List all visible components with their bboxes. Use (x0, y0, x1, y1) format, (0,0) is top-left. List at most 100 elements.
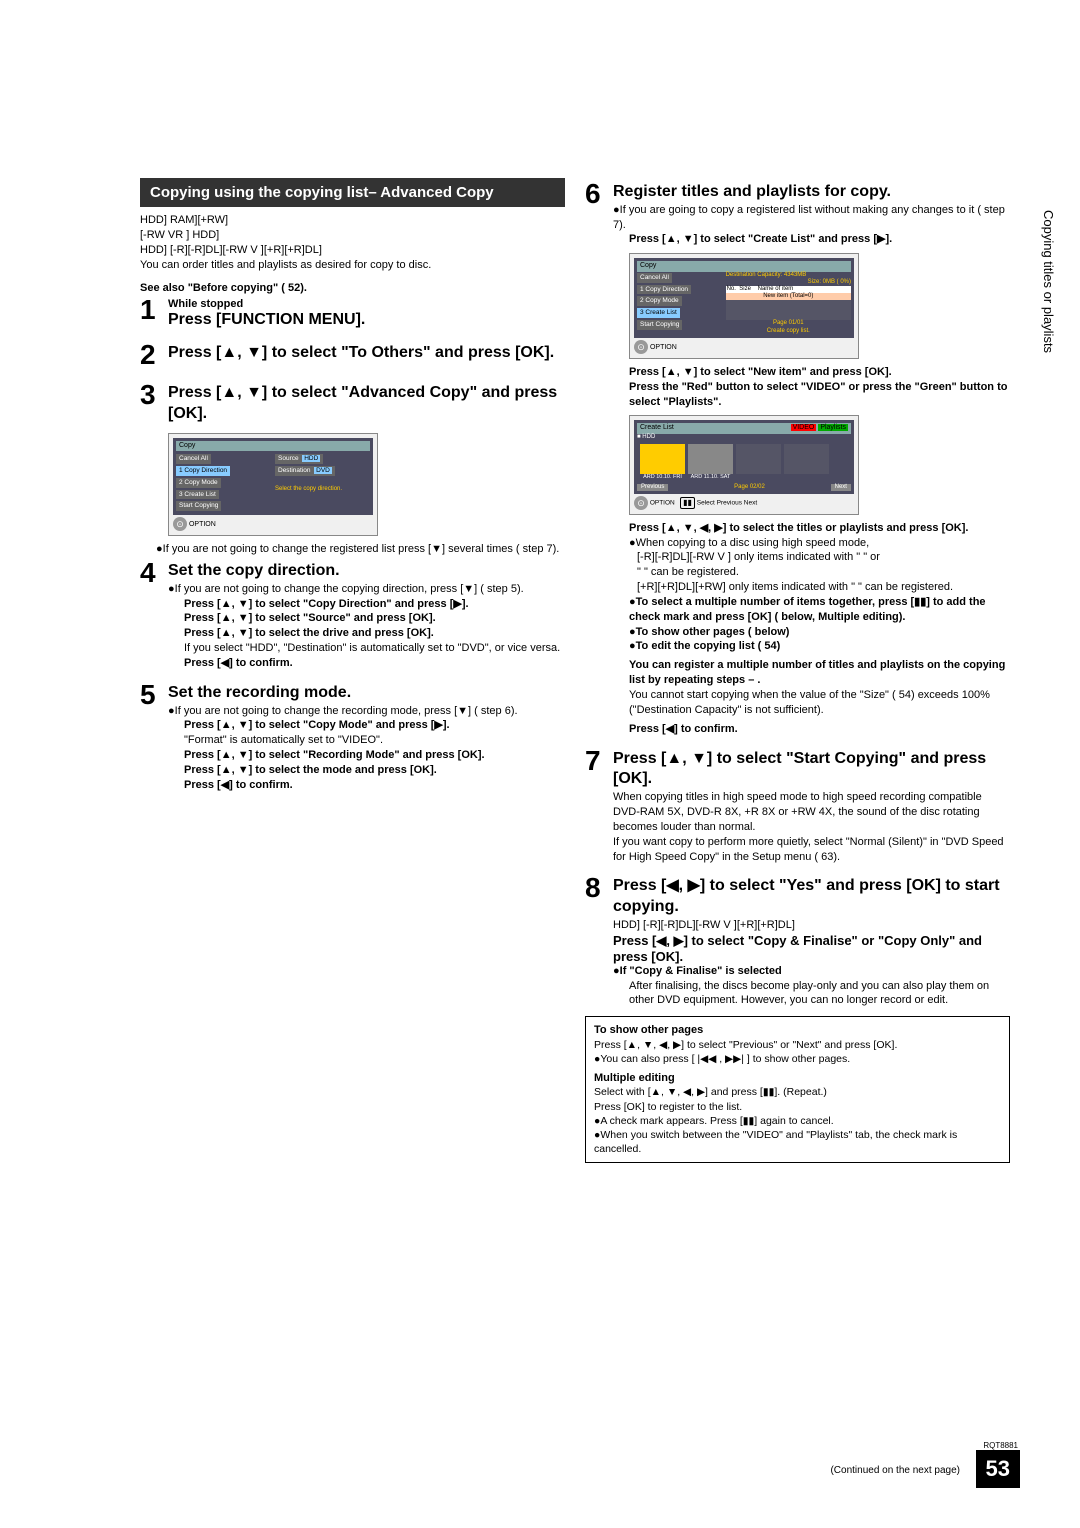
osd-option: OPTION (189, 521, 216, 528)
info-l6: ●When you switch between the "VIDEO" and… (594, 1128, 1001, 1156)
option-icon: ⊙ (173, 517, 187, 531)
step-7-num: 7 (585, 745, 613, 865)
s4l1: Press [▲, ▼] to select "Copy Direction" … (184, 597, 565, 612)
step-4-title: Set the copy direction. (168, 561, 565, 582)
osd3-next: Next (831, 484, 851, 491)
s4l5: Press [◀] to confirm. (184, 656, 565, 671)
step-7: 7 Press [▲, ▼] to select "Start Copying"… (585, 745, 1010, 865)
osd2-option: OPTION (650, 344, 677, 351)
info-l4: Press [OK] to register to the list. (594, 1100, 1001, 1114)
step-5: 5 Set the recording mode. ●If you are no… (140, 679, 565, 793)
s7b2: If you want copy to perform more quietly… (613, 835, 1010, 865)
s6l14: Press [◀] to confirm. (629, 722, 1010, 737)
osd2-cd: 1 Copy Direction (637, 285, 691, 295)
osd-thumbnails-figure: Create List VIDEO Playlists ■ HDD ARD 10… (629, 415, 859, 514)
s8sub: HDD] [-R][-R]DL][-RW V ][+R][+R]DL] (613, 918, 1010, 933)
step-3: 3 Press [▲, ▼] to select "Advanced Copy"… (140, 379, 565, 425)
s6l8: [+R][+R]DL][+RW] only items indicated wi… (637, 580, 1010, 595)
osd3-pn: Previous Next (717, 499, 757, 506)
osd2-cl: 3 Create List (637, 308, 680, 318)
osd2-newitem: New item (Total=0) (726, 293, 851, 300)
s5l2: "Format" is automatically set to "VIDEO"… (184, 733, 565, 748)
osd2-page: Page 01/01 (726, 320, 851, 327)
s5l5: Press [◀] to confirm. (184, 778, 565, 793)
osd3-option: OPTION (650, 499, 675, 506)
page: Copying using the copying list– Advanced… (0, 0, 1080, 1203)
info-l2: ●You can also press [ |◀◀ , ▶▶| ] to sho… (594, 1052, 1001, 1066)
step-3-title: Press [▲, ▼] to select "Advanced Copy" a… (168, 383, 565, 425)
s8l2: ●If "Copy & Finalise" is selected (613, 964, 1010, 979)
s6l1: Press [▲, ▼] to select "Create List" and… (629, 232, 1010, 247)
step-7-title: Press [▲, ▼] to select "Start Copying" a… (613, 749, 1010, 791)
osd2-sc: Start Copying (637, 320, 682, 330)
osd-create-list: 3 Create List (176, 490, 219, 500)
osd-dest: Destination DVD (275, 466, 335, 476)
s4l3: Press [▲, ▼] to select the drive and pre… (184, 626, 565, 641)
step-6-title: Register titles and playlists for copy. (613, 182, 1010, 203)
s6l3: Press the "Red" button to select "VIDEO"… (629, 380, 1010, 410)
info-l5: ●A check mark appears. Press [▮▮] again … (594, 1114, 1001, 1128)
step-1-num: 1 (140, 294, 168, 331)
osd-create-list-figure: Copy Cancel All 1 Copy Direction 2 Copy … (629, 253, 859, 359)
osd3-prev: Previous (637, 484, 668, 491)
osd2-hdr: No. Size Name of item (726, 286, 851, 293)
step-1-sub: While stopped (168, 298, 565, 310)
s5l3: Press [▲, ▼] to select "Recording Mode" … (184, 748, 565, 763)
osd3-select: Select (697, 499, 715, 506)
step-1-title: Press [FUNCTION MENU]. (168, 310, 565, 331)
step-1: 1 While stopped Press [FUNCTION MENU]. (140, 294, 565, 331)
s6l11: ●To edit the copying list ( 54) (629, 639, 1010, 654)
fmt2: [-RW VR ] HDD] (140, 229, 219, 241)
step-6-bullet: ●If you are going to copy a registered l… (613, 203, 1010, 233)
info-l1: Press [▲, ▼, ◀, ▶] to select "Previous" … (594, 1038, 1001, 1052)
osd3-page: Page 02/02 (734, 484, 765, 491)
step-2-num: 2 (140, 339, 168, 371)
info-h1: To show other pages (594, 1023, 1001, 1038)
option-icon-3: ⊙ (634, 496, 648, 510)
s6l13: You cannot start copying when the value … (629, 688, 1010, 718)
step-8: 8 Press [◀, ▶] to select "Yes" and press… (585, 872, 1010, 1008)
s6l12: You can register a multiple number of ti… (629, 658, 1010, 688)
osd3-t2: ARD 11.10. SAT (688, 474, 733, 481)
s5l1: Press [▲, ▼] to select "Copy Mode" and p… (184, 718, 565, 733)
step-2: 2 Press [▲, ▼] to select "To Others" and… (140, 339, 565, 371)
fmt1: HDD] RAM][+RW] (140, 214, 228, 226)
s6l2: Press [▲, ▼] to select "New item" and pr… (629, 365, 1010, 380)
s5l4: Press [▲, ▼] to select the mode and pres… (184, 763, 565, 778)
osd2-ccl: Create copy list. (726, 328, 851, 335)
info-h2: Multiple editing (594, 1071, 1001, 1086)
page-number: 53 (976, 1450, 1020, 1488)
section-header: Copying using the copying list– Advanced… (140, 178, 565, 207)
osd-copy-dir: 1 Copy Direction (176, 466, 230, 476)
s6l10: ●To show other pages ( below) (629, 625, 1010, 640)
step-4-bullet: ●If you are not going to change the copy… (168, 582, 565, 597)
s6l4: Press [▲, ▼, ◀, ▶] to select the titles … (629, 521, 1010, 536)
see-also: See also "Before copying" ( 52). (140, 282, 565, 294)
osd-source: Source HDD (275, 454, 323, 464)
osd-cancel-all: Cancel All (176, 454, 211, 464)
osd3-pl: Playlists (818, 424, 848, 431)
step-6-num: 6 (585, 178, 613, 737)
osd3-cl: Create List (640, 424, 674, 432)
step-4: 4 Set the copy direction. ●If you are no… (140, 557, 565, 671)
step-4-num: 4 (140, 557, 168, 671)
osd-copy-mode: 2 Copy Mode (176, 478, 221, 488)
step-5-bullet: ●If you are not going to change the reco… (168, 704, 565, 719)
s6l6: [-R][-R]DL][-RW V ] only items indicated… (637, 550, 1010, 565)
osd2-size: Size: 0MB ( 0%) (726, 279, 851, 286)
osd2-title: Copy (637, 261, 851, 271)
info-box: To show other pages Press [▲, ▼, ◀, ▶] t… (585, 1016, 1010, 1163)
s4l4: If you select "HDD", "Destination" is au… (184, 641, 565, 656)
osd2-cancel: Cancel All (637, 273, 672, 283)
right-column: 6 Register titles and playlists for copy… (585, 178, 1010, 1163)
step-5-num: 5 (140, 679, 168, 793)
side-tab: Copying titles or playlists (1037, 200, 1060, 363)
step-3-num: 3 (140, 379, 168, 425)
osd-select-dir: Select the copy direction. (275, 486, 342, 492)
osd3-t1: ARD 10.10. FRI (640, 474, 685, 481)
step-8-title: Press [◀, ▶] to select "Yes" and press [… (613, 876, 1010, 918)
osd2-cm: 2 Copy Mode (637, 296, 682, 306)
osd3-video: VIDEO (791, 424, 817, 431)
option-icon-2: ⊙ (634, 340, 648, 354)
step-2-title: Press [▲, ▼] to select "To Others" and p… (168, 343, 565, 364)
